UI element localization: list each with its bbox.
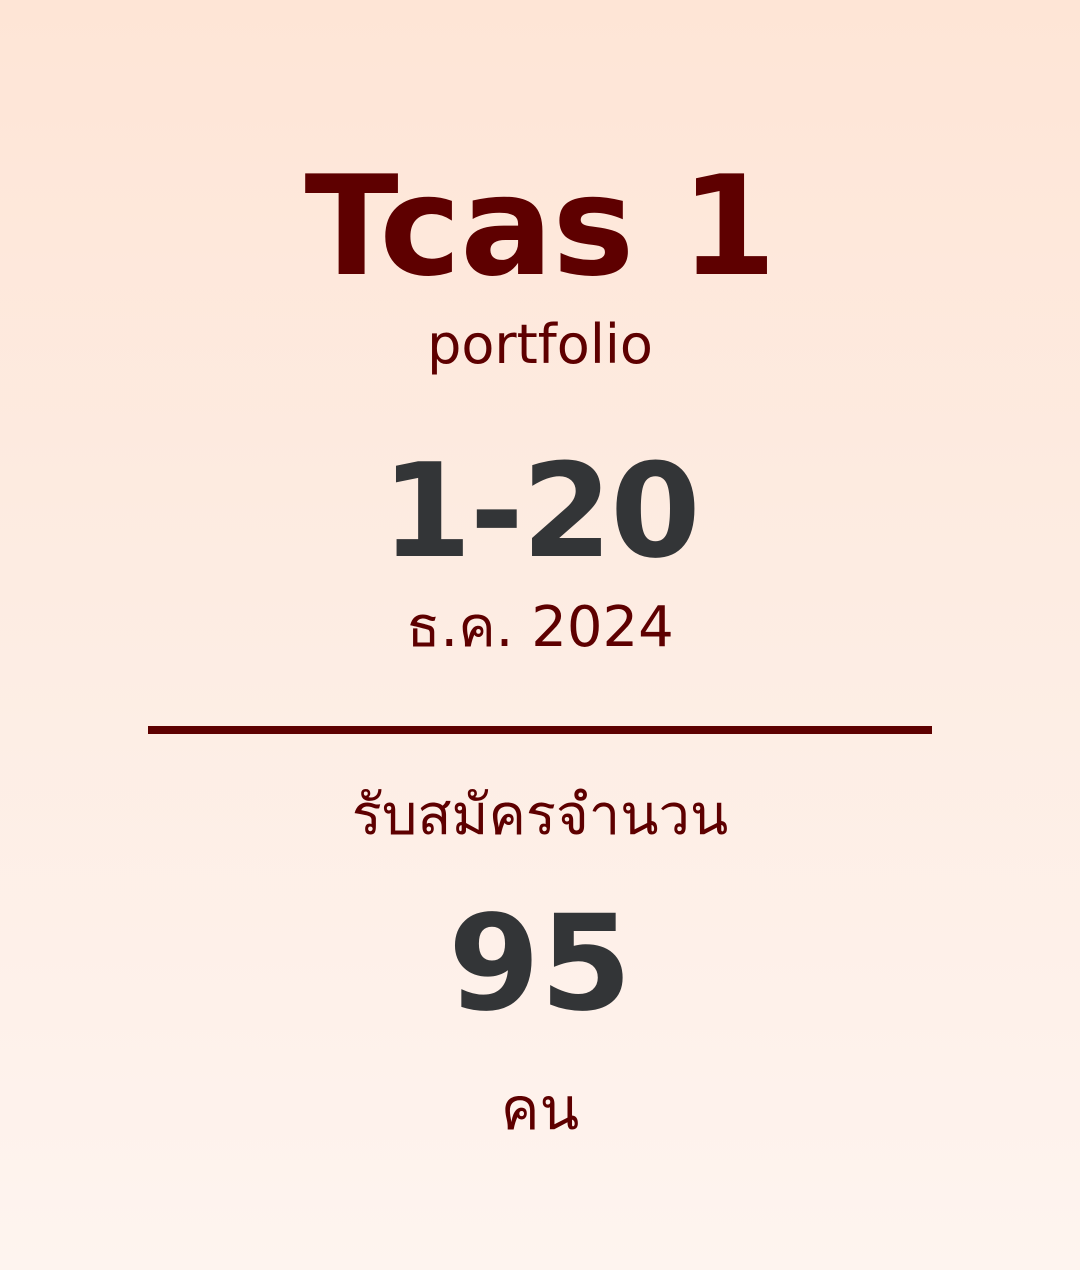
round-type-subtitle: portfolio: [427, 313, 653, 376]
date-range: 1-20: [381, 435, 700, 587]
tcas-info-card: Tcas 1 portfolio 1-20 ธ.ค. 2024 รับสมัคร…: [0, 0, 1080, 1270]
divider: [148, 726, 932, 734]
applicants-count: 95: [448, 887, 632, 1041]
applicants-unit: คน: [500, 1075, 580, 1143]
round-title: Tcas 1: [304, 146, 777, 307]
applicants-label: รับสมัครจำนวน: [351, 783, 729, 848]
month-year: ธ.ค. 2024: [406, 595, 674, 660]
